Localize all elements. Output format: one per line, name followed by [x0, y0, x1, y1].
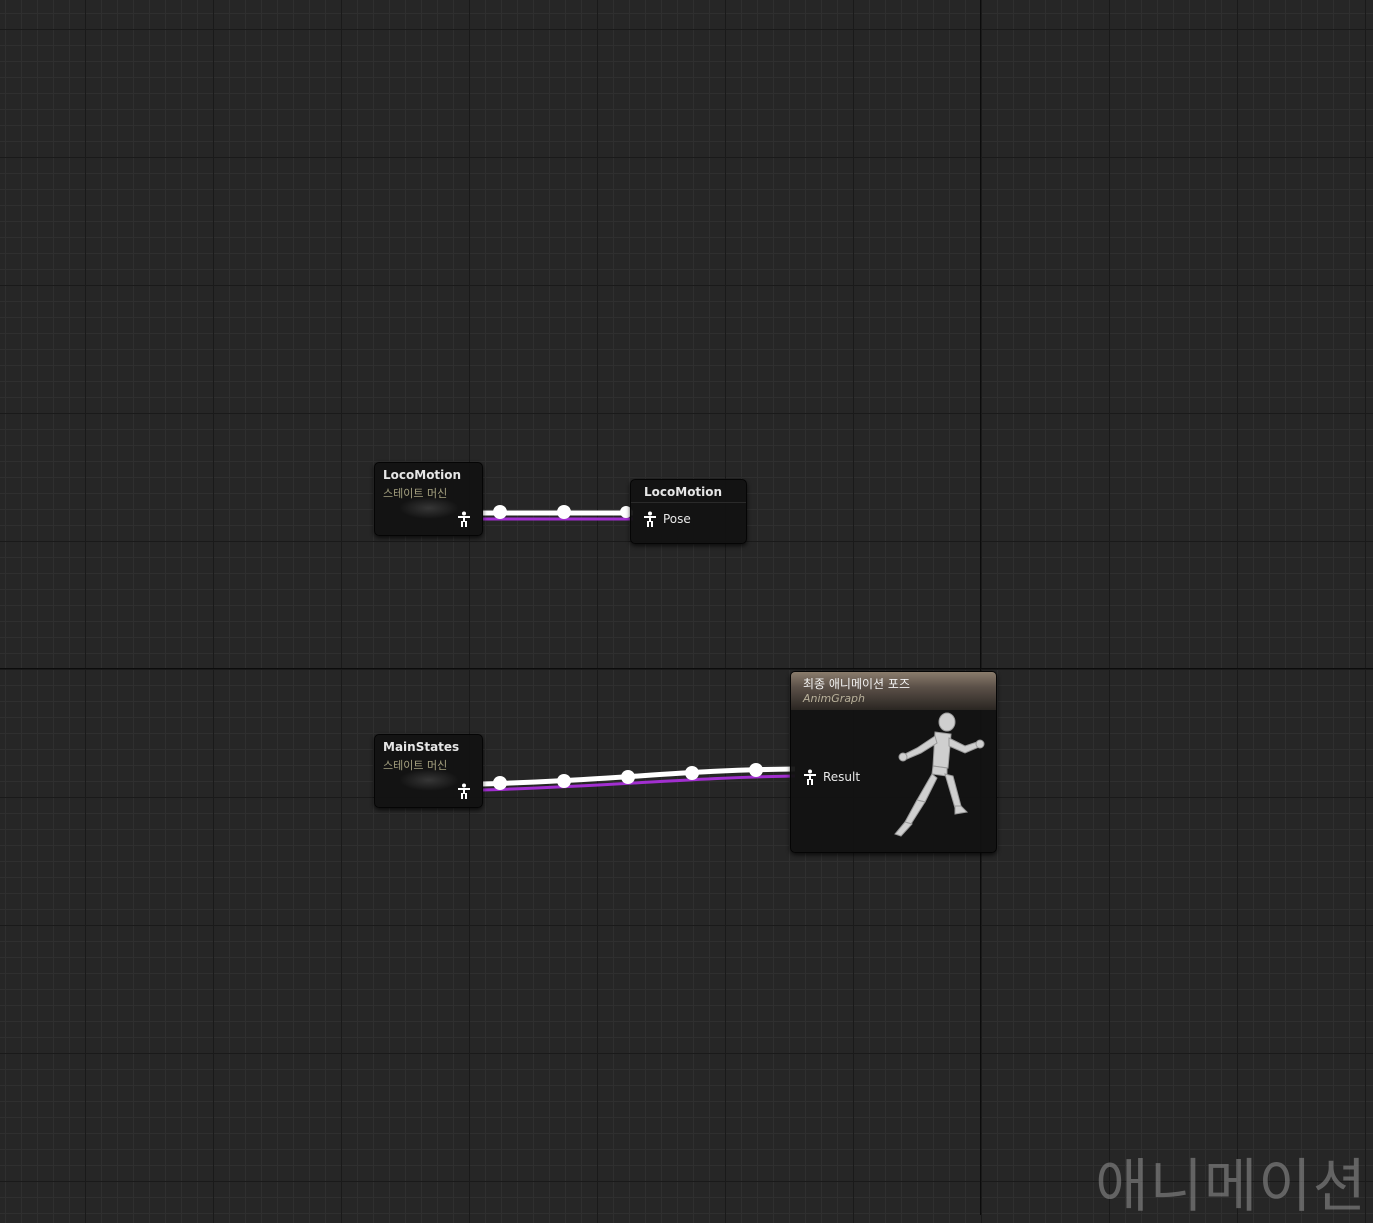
wire-locomotion-to-pose[interactable] [482, 505, 633, 521]
result-input-pin[interactable] [803, 769, 817, 785]
pose-figure-icon [804, 769, 816, 785]
pose-figure-icon [458, 511, 470, 527]
watermark-text: 애니메이션 [1095, 1152, 1367, 1220]
wire-mainstates-to-result[interactable] [481, 763, 796, 792]
node-preview [399, 497, 459, 519]
output-pose-node[interactable]: 최종 애니메이션 포즈 AnimGraph Result [790, 671, 997, 853]
locomotion-state-machine-node[interactable]: LocoMotion 스테이트 머신 [374, 462, 483, 536]
result-pin-label: Result [823, 770, 861, 784]
wires-layer [481, 505, 796, 792]
pose-input-pin[interactable] [643, 511, 657, 527]
node-title: 최종 애니메이션 포즈 [803, 677, 910, 691]
node-title: LocoMotion [644, 485, 723, 499]
pose-figure-icon [458, 783, 470, 799]
pose-pin-label: Pose [663, 512, 691, 526]
node-subtitle: AnimGraph [803, 692, 866, 705]
pose-output-pin[interactable] [457, 783, 471, 799]
running-mannequin-icon [894, 712, 985, 837]
mainstates-state-machine-node[interactable]: MainStates 스테이트 머신 [374, 734, 483, 808]
pose-figure-icon [644, 511, 656, 527]
node-title: LocoMotion [383, 468, 462, 482]
pose-output-pin[interactable] [457, 511, 471, 527]
locomotion-pose-node[interactable]: LocoMotion Pose [630, 479, 747, 544]
node-preview [399, 769, 459, 791]
node-title: MainStates [383, 740, 460, 754]
